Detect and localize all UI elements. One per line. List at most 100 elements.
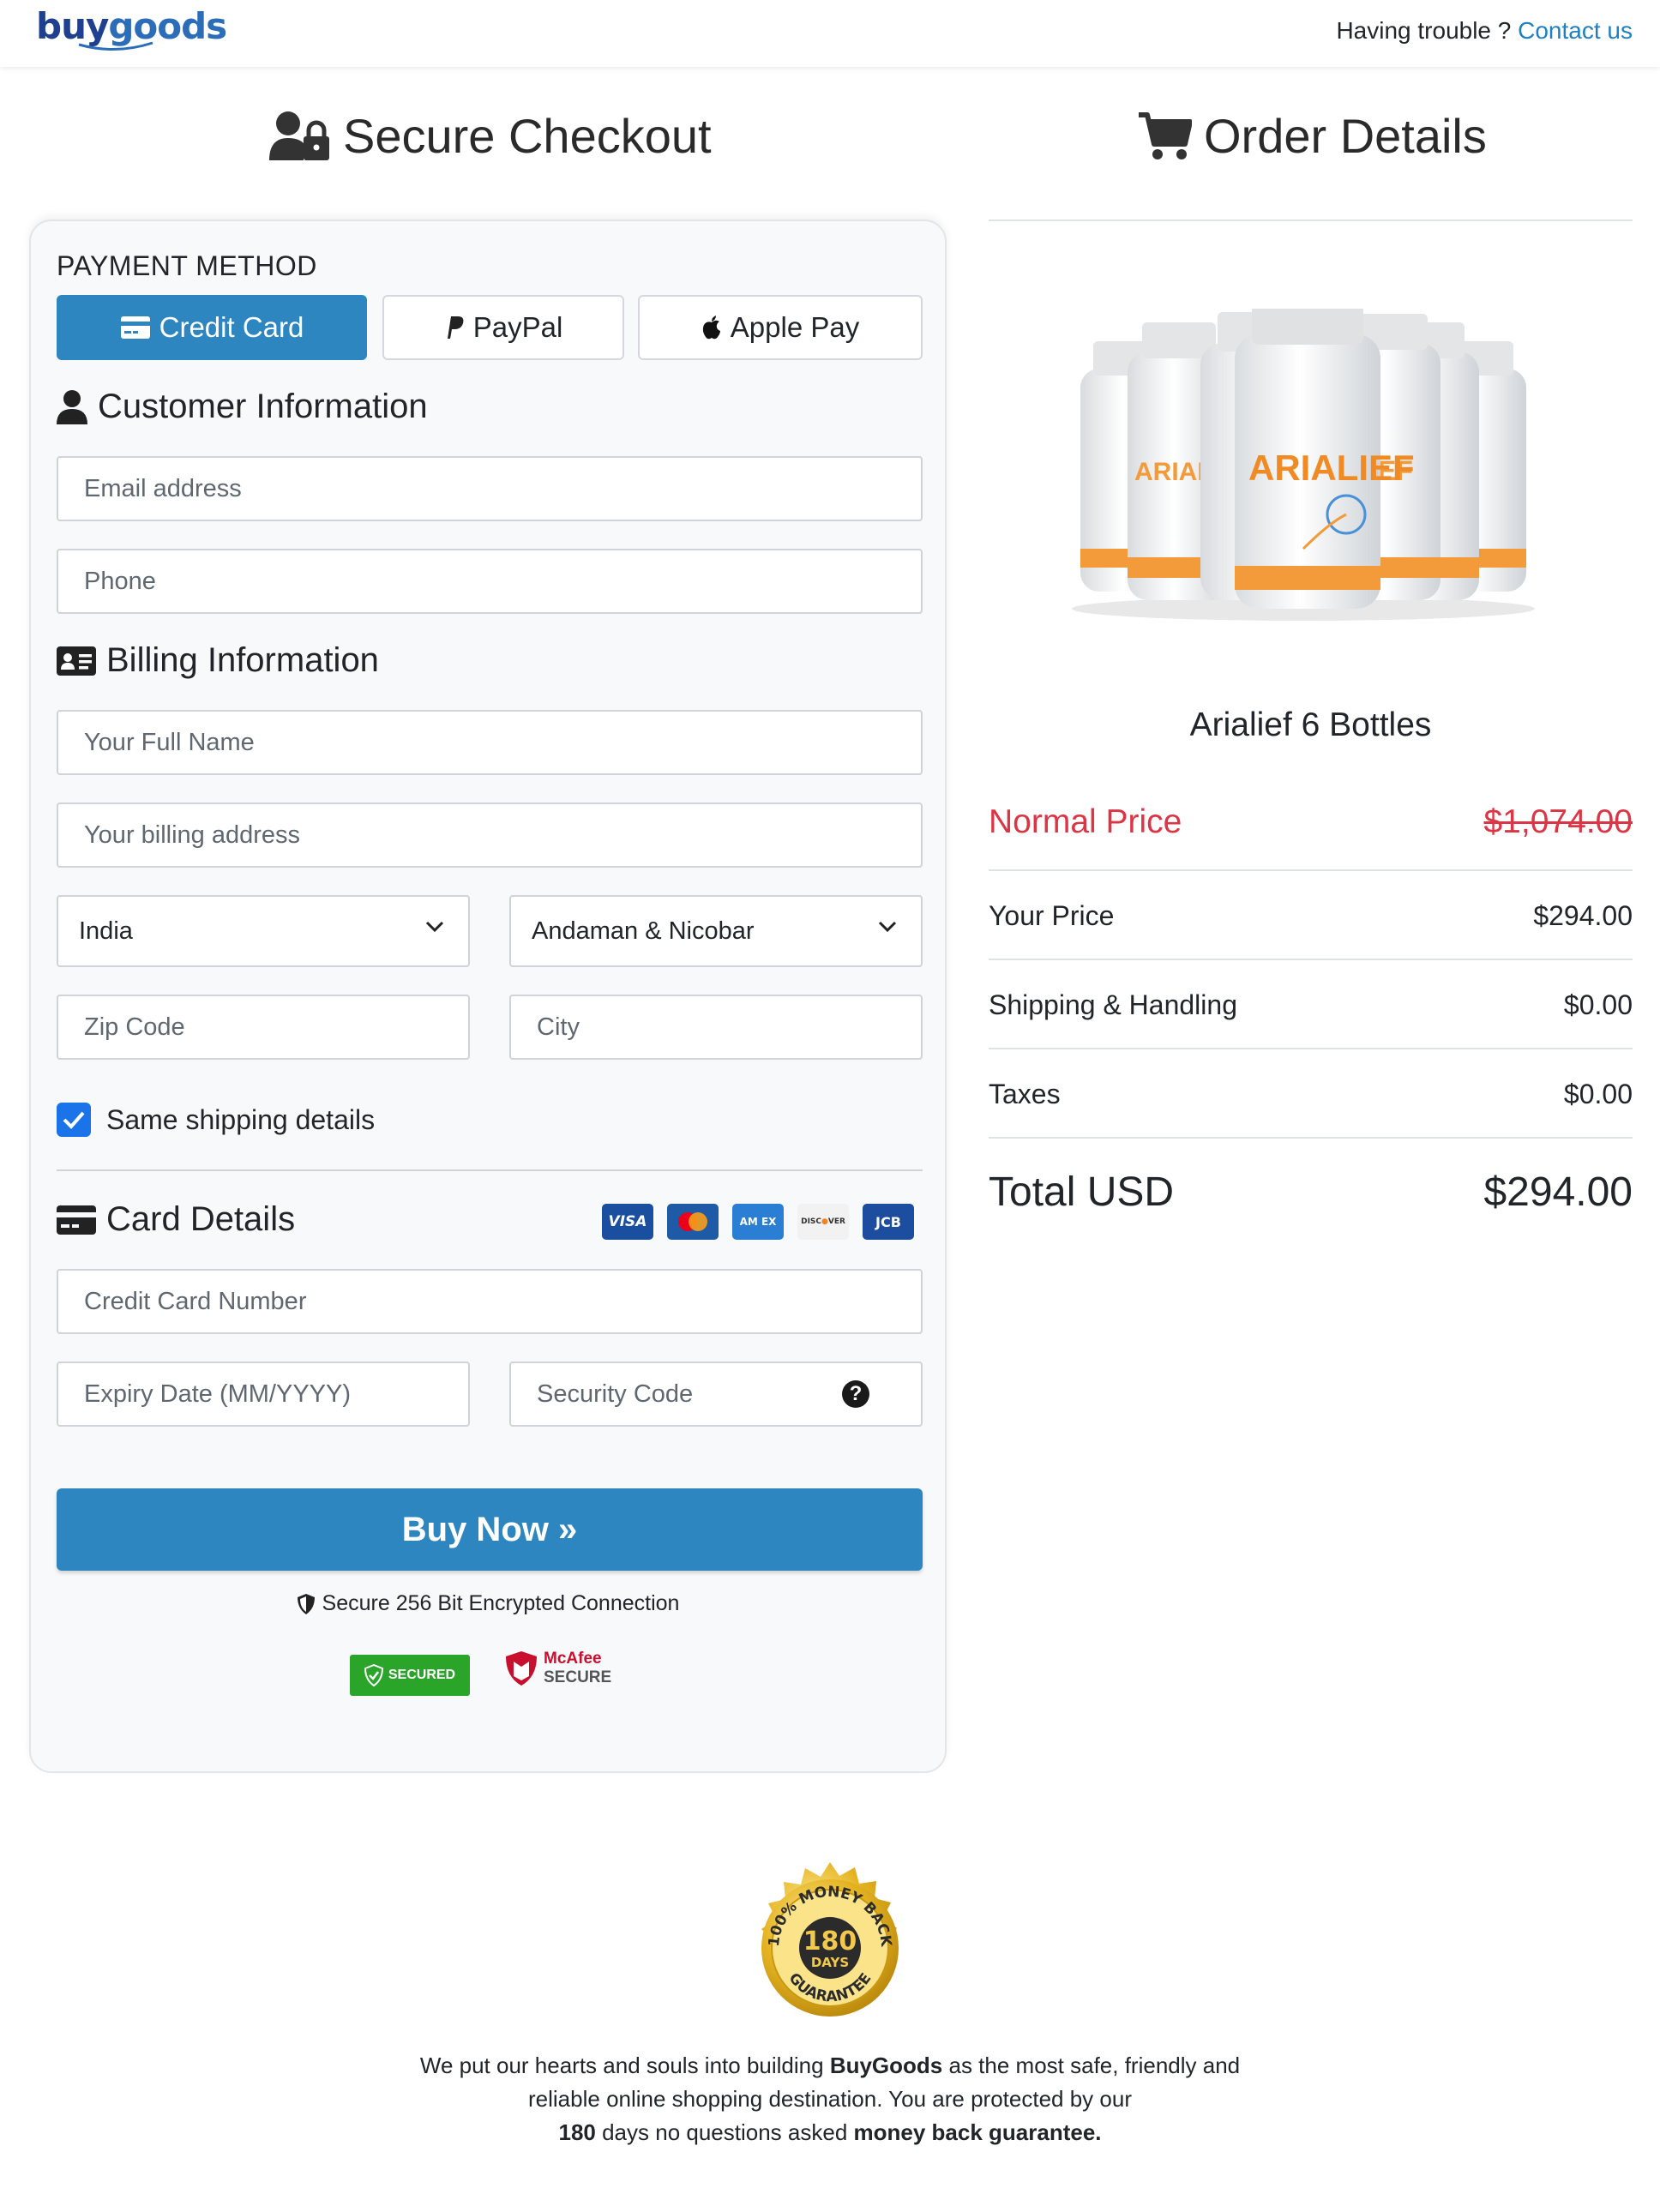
phone-field[interactable]: Phone: [57, 549, 923, 614]
guarantee-text-part1: We put our hearts and souls into buildin…: [419, 2053, 830, 2078]
mcafee-secure-badge[interactable]: McAfee SECURE: [504, 1650, 611, 1687]
trouble-label: Having trouble ?: [1336, 17, 1512, 44]
apple-pay-label: Apple Pay: [730, 311, 860, 343]
jcb-icon: JCB: [863, 1204, 914, 1240]
total-row: Total USD $294.00: [989, 1166, 1633, 1217]
your-price-value: $294.00: [1533, 899, 1633, 931]
amex-icon: AM EX: [732, 1204, 784, 1240]
shipping-label: Shipping & Handling: [989, 989, 1237, 1020]
customer-info-title: Customer Information: [98, 388, 428, 425]
credit-card-label: Credit Card: [159, 311, 304, 343]
country-select[interactable]: India: [57, 895, 470, 967]
seal-days-number: 180: [803, 1926, 857, 1957]
buy-now-button[interactable]: Buy Now »: [57, 1488, 923, 1571]
checkout-form-card: PAYMENT METHOD Credit Card PayPal Apple …: [29, 219, 947, 1773]
shield-icon: [297, 1593, 315, 1614]
mcafee-text: McAfee SECURE: [544, 1650, 611, 1687]
address-card-icon: [57, 646, 96, 676]
apple-pay-tab[interactable]: Apple Pay: [638, 295, 923, 360]
normal-price-value: $1,074.00: [1483, 803, 1633, 840]
city-field[interactable]: City: [509, 995, 923, 1060]
product-bottles-image: ARIALI IEF ARIALIEF: [1072, 309, 1535, 621]
trust-guard-text: SECURED: [388, 1668, 456, 1682]
total-value: $294.00: [1483, 1169, 1633, 1215]
guarantee-text-part3: days no questions asked: [595, 2119, 854, 2145]
full-name-field[interactable]: Your Full Name: [57, 710, 923, 775]
billing-info-heading: Billing Information: [57, 641, 379, 680]
shield-check-icon: [364, 1664, 383, 1686]
visa-text: VISA: [608, 1213, 647, 1230]
accepted-cards: VISA AM EX DISC●VER JCB: [602, 1204, 914, 1240]
city-placeholder: City: [537, 1013, 580, 1041]
paypal-label: PayPal: [472, 311, 563, 343]
product-name: Arialief 6 Bottles: [1189, 706, 1432, 743]
jcb-text: JCB: [875, 1213, 901, 1230]
email-placeholder: Email address: [84, 474, 242, 502]
secure-checkout-title: Secure Checkout: [343, 109, 712, 163]
same-shipping-checkbox[interactable]: [57, 1103, 91, 1137]
paypal-tab[interactable]: PayPal: [382, 295, 624, 360]
payment-method-label: PAYMENT METHOD: [57, 250, 317, 281]
secure-connection-note: Secure 256 Bit Encrypted Connection: [31, 1591, 945, 1616]
row-divider: [989, 1048, 1633, 1049]
mastercard-circles-icon: [678, 1212, 707, 1231]
secure-connection-text: Secure 256 Bit Encrypted Connection: [322, 1591, 680, 1615]
card-details-heading: Card Details: [57, 1200, 295, 1239]
card-details-title: Card Details: [106, 1200, 296, 1238]
discover-text: DISC●VER: [801, 1217, 845, 1226]
zip-placeholder: Zip Code: [84, 1013, 185, 1041]
paypal-icon: [447, 316, 464, 339]
logo-swoosh-icon: [78, 41, 153, 51]
credit-card-icon: [120, 316, 150, 339]
state-value: Andaman & Nicobar: [532, 917, 755, 945]
security-code-placeholder: Security Code: [537, 1379, 694, 1408]
visa-icon: VISA: [602, 1204, 653, 1240]
row-divider: [989, 869, 1633, 871]
trust-guard-badge[interactable]: SECURED: [350, 1655, 470, 1696]
taxes-row: Taxes $0.00: [989, 1075, 1633, 1113]
user-icon: [57, 389, 87, 424]
same-shipping-row[interactable]: Same shipping details: [57, 1103, 375, 1137]
mcafee-name: McAfee: [544, 1650, 602, 1668]
expiry-date-field[interactable]: Expiry Date (MM/YYYY): [57, 1361, 470, 1427]
guarantee-mbg: money back guarantee.: [853, 2119, 1102, 2145]
seal-days-word: DAYS: [811, 1955, 849, 1970]
contact-us-link[interactable]: Contact us: [1518, 17, 1633, 44]
full-name-placeholder: Your Full Name: [84, 728, 255, 756]
credit-card-tab[interactable]: Credit Card: [57, 295, 367, 360]
country-value: India: [79, 917, 133, 945]
top-bar: buygoods Having trouble ? Contact us: [0, 0, 1660, 67]
order-details-title: Order Details: [1204, 109, 1487, 163]
state-select[interactable]: Andaman & Nicobar: [509, 895, 923, 967]
product-label-text: ARIALIEF: [1248, 448, 1415, 488]
help-text: Having trouble ? Contact us: [1336, 17, 1633, 45]
chevron-down-icon: [878, 921, 897, 933]
order-details-heading: Order Details: [1137, 108, 1487, 164]
billing-address-field[interactable]: Your billing address: [57, 802, 923, 868]
taxes-value: $0.00: [1563, 1078, 1633, 1109]
shopping-cart-icon: [1139, 111, 1192, 159]
expiry-placeholder: Expiry Date (MM/YYYY): [84, 1379, 351, 1408]
billing-info-title: Billing Information: [106, 641, 379, 679]
order-details-divider: [989, 219, 1633, 221]
zip-code-field[interactable]: Zip Code: [57, 995, 470, 1060]
your-price-row: Your Price $294.00: [989, 897, 1633, 935]
shipping-row: Shipping & Handling $0.00: [989, 986, 1633, 1024]
discover-icon: DISC●VER: [797, 1204, 849, 1240]
mcafee-shield-icon: [506, 1651, 537, 1686]
guarantee-text: We put our hearts and souls into buildin…: [401, 2049, 1259, 2149]
mcafee-secure-word: SECURE: [544, 1668, 612, 1686]
same-shipping-label: Same shipping details: [106, 1103, 376, 1135]
card-number-field[interactable]: Credit Card Number: [57, 1269, 923, 1334]
guarantee-days: 180: [558, 2119, 596, 2145]
email-field[interactable]: Email address: [57, 456, 923, 521]
your-price-label: Your Price: [989, 899, 1115, 931]
credit-card-icon: [57, 1205, 96, 1235]
guarantee-brand: BuyGoods: [829, 2053, 943, 2078]
security-code-field[interactable]: Security Code ?: [509, 1361, 923, 1427]
phone-placeholder: Phone: [84, 567, 156, 595]
normal-price-label: Normal Price: [989, 803, 1182, 840]
question-circle-icon[interactable]: ?: [842, 1380, 869, 1408]
taxes-label: Taxes: [989, 1078, 1061, 1109]
row-divider: [989, 959, 1633, 960]
